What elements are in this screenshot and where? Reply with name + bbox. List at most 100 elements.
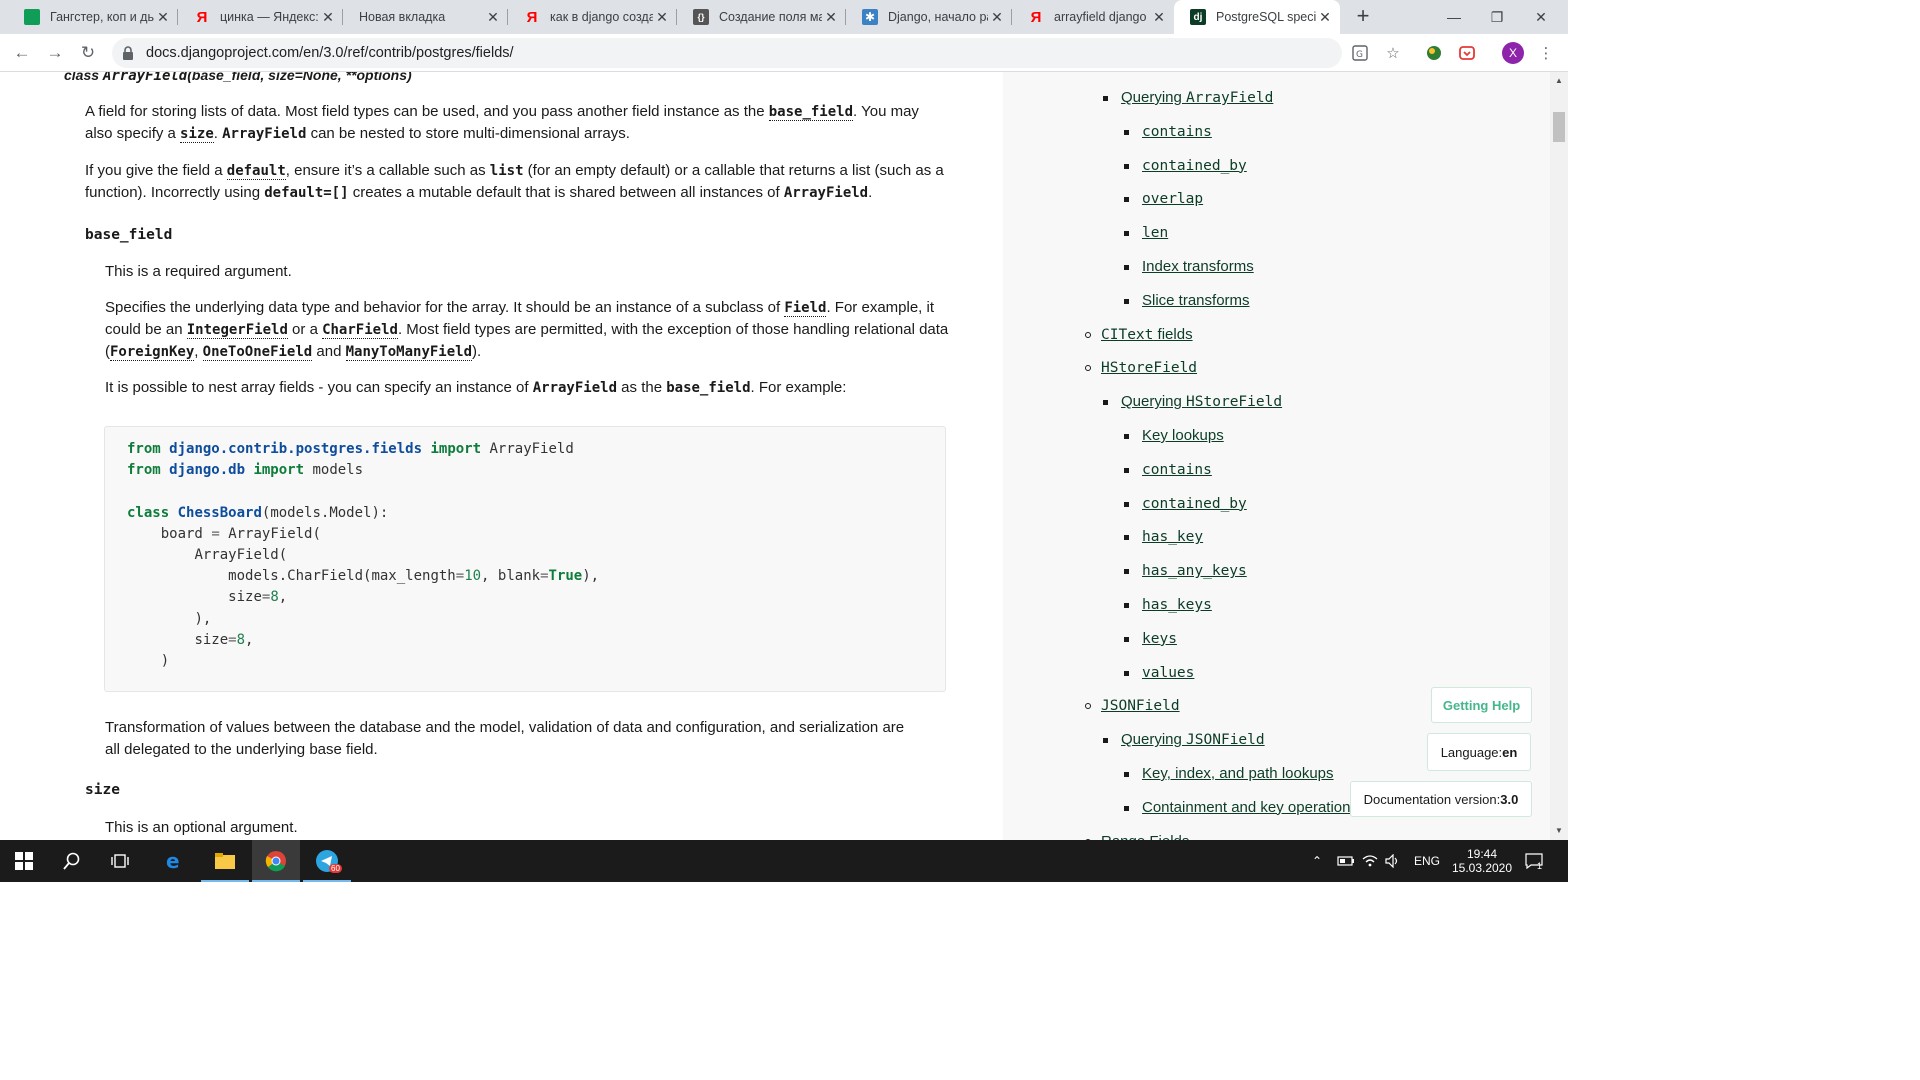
scroll-thumb[interactable]: [1553, 112, 1565, 142]
toc-item[interactable]: has_key: [1124, 528, 1203, 545]
tab-close-icon[interactable]: ✕: [1316, 9, 1334, 26]
input-language[interactable]: ENG: [1414, 840, 1440, 882]
toc-link[interactable]: values: [1142, 664, 1194, 681]
task-view-icon[interactable]: [96, 840, 144, 882]
getting-help-button[interactable]: Getting Help: [1431, 687, 1532, 723]
code-link[interactable]: ForeignKey: [110, 344, 195, 361]
language-button[interactable]: Language: en: [1427, 733, 1531, 771]
toc-link[interactable]: Containment and key operations: [1142, 799, 1358, 816]
code-link[interactable]: base_field: [768, 104, 854, 121]
toc-link[interactable]: len: [1142, 224, 1168, 241]
browser-tab[interactable]: {} Создание поля ма ✕: [677, 0, 846, 34]
toc-item[interactable]: contained_by: [1124, 495, 1247, 512]
doc-version-button[interactable]: Documentation version: 3.0: [1350, 781, 1532, 817]
toc-item[interactable]: Querying ArrayField: [1103, 89, 1273, 106]
reload-icon[interactable]: ↻: [75, 40, 101, 66]
toc-item[interactable]: JSONField: [1085, 697, 1180, 714]
clock[interactable]: 19:44 15.03.2020: [1452, 840, 1512, 882]
toc-item[interactable]: Key lookups: [1124, 427, 1224, 444]
scroll-down-arrow-icon[interactable]: ▼: [1554, 826, 1564, 835]
tab-close-icon[interactable]: ✕: [822, 9, 840, 26]
code-link[interactable]: Field: [784, 300, 827, 317]
profile-avatar[interactable]: X: [1502, 42, 1524, 64]
toc-link[interactable]: has_keys: [1142, 596, 1212, 613]
code-link[interactable]: CharField: [322, 322, 398, 339]
tab-close-icon[interactable]: ✕: [988, 9, 1006, 26]
toc-link[interactable]: JSONField: [1101, 697, 1180, 714]
browser-tab[interactable]: ✱ Django, начало ра ✕: [846, 0, 1012, 34]
toc-link[interactable]: contains: [1142, 123, 1212, 140]
toc-link[interactable]: contained_by: [1142, 495, 1247, 512]
toc-link[interactable]: CIText fields: [1101, 326, 1193, 343]
chrome-taskbar-icon[interactable]: [252, 840, 300, 882]
toc-link[interactable]: Slice transforms: [1142, 292, 1250, 309]
browser-tab[interactable]: Яarrayfield django 3 ✕: [1012, 0, 1174, 34]
toc-item[interactable]: keys: [1124, 630, 1177, 647]
toc-link[interactable]: Querying HStoreField: [1121, 393, 1282, 410]
new-tab-plus-icon[interactable]: +: [1352, 5, 1374, 29]
tab-close-icon[interactable]: ✕: [653, 9, 671, 26]
tab-close-icon[interactable]: ✕: [319, 9, 337, 26]
telegram-icon[interactable]: 60: [303, 840, 351, 882]
toc-link[interactable]: overlap: [1142, 190, 1203, 207]
toc-item[interactable]: Querying JSONField: [1103, 731, 1265, 748]
toc-item[interactable]: len: [1124, 224, 1168, 241]
toc-item[interactable]: Index transforms: [1124, 258, 1254, 275]
minimize-icon[interactable]: —: [1431, 0, 1477, 34]
toc-item[interactable]: values: [1124, 664, 1194, 681]
back-icon[interactable]: ←: [9, 40, 35, 66]
file-explorer-icon[interactable]: [201, 840, 249, 882]
tab-close-icon[interactable]: ✕: [1150, 9, 1168, 26]
browser-tab[interactable]: dj PostgreSQL specifi ✕: [1174, 0, 1340, 34]
translate-icon[interactable]: G: [1350, 43, 1370, 63]
toc-link[interactable]: Querying ArrayField: [1121, 89, 1273, 106]
forward-icon[interactable]: →: [42, 40, 68, 66]
toc-link[interactable]: Querying JSONField: [1121, 731, 1265, 748]
search-icon[interactable]: [48, 840, 96, 882]
toc-item[interactable]: HStoreField: [1085, 359, 1197, 376]
toc-link[interactable]: contained_by: [1142, 157, 1247, 174]
toc-link[interactable]: contains: [1142, 461, 1212, 478]
tab-close-icon[interactable]: ✕: [154, 9, 172, 26]
toc-link[interactable]: HStoreField: [1101, 359, 1197, 376]
notifications-icon[interactable]: 1: [1525, 840, 1543, 882]
toc-link[interactable]: Range Fields: [1101, 833, 1189, 840]
toc-item[interactable]: Key, index, and path lookups: [1124, 765, 1334, 782]
toc-item[interactable]: contained_by: [1124, 157, 1247, 174]
toc-link[interactable]: Key, index, and path lookups: [1142, 765, 1334, 782]
toc-item[interactable]: Containment and key operations: [1124, 799, 1358, 816]
bookmark-star-icon[interactable]: ☆: [1383, 43, 1403, 63]
code-link[interactable]: ManyToManyField: [345, 344, 473, 361]
extension-pocket-icon[interactable]: [1457, 43, 1477, 63]
page-scrollbar[interactable]: ▲ ▼: [1550, 72, 1568, 840]
volume-icon[interactable]: [1385, 840, 1401, 882]
toc-item[interactable]: overlap: [1124, 190, 1203, 207]
toc-item[interactable]: CIText fields: [1085, 326, 1193, 343]
toc-link[interactable]: has_any_keys: [1142, 562, 1247, 579]
toc-link[interactable]: Index transforms: [1142, 258, 1254, 275]
browser-tab[interactable]: Якак в django созда ✕: [508, 0, 677, 34]
tab-close-icon[interactable]: ✕: [484, 9, 502, 26]
maximize-icon[interactable]: ❐: [1474, 0, 1520, 34]
address-bar[interactable]: docs.djangoproject.com/en/3.0/ref/contri…: [112, 38, 1342, 68]
toc-item[interactable]: Range Fields: [1085, 833, 1189, 840]
browser-tab[interactable]: Новая вкладка ✕: [343, 0, 508, 34]
code-link[interactable]: IntegerField: [186, 322, 288, 339]
battery-icon[interactable]: [1337, 840, 1355, 882]
code-link[interactable]: OneToOneField: [202, 344, 313, 361]
browser-tab[interactable]: Гангстер, коп и дь ✕: [8, 0, 178, 34]
code-link[interactable]: size: [180, 126, 214, 143]
toc-link[interactable]: keys: [1142, 630, 1177, 647]
toc-link[interactable]: has_key: [1142, 528, 1203, 545]
toc-item[interactable]: has_keys: [1124, 596, 1212, 613]
toc-item[interactable]: contains: [1124, 123, 1212, 140]
toc-link[interactable]: Key lookups: [1142, 427, 1224, 444]
toc-item[interactable]: contains: [1124, 461, 1212, 478]
scroll-up-arrow-icon[interactable]: ▲: [1554, 76, 1564, 85]
start-windows-icon[interactable]: [0, 840, 48, 882]
browser-tab[interactable]: Яцинка — Яндекс: н ✕: [178, 0, 343, 34]
edge-browser-icon[interactable]: e: [150, 840, 198, 882]
wifi-icon[interactable]: [1362, 840, 1378, 882]
close-window-icon[interactable]: ✕: [1518, 0, 1564, 34]
toc-item[interactable]: Slice transforms: [1124, 292, 1250, 309]
